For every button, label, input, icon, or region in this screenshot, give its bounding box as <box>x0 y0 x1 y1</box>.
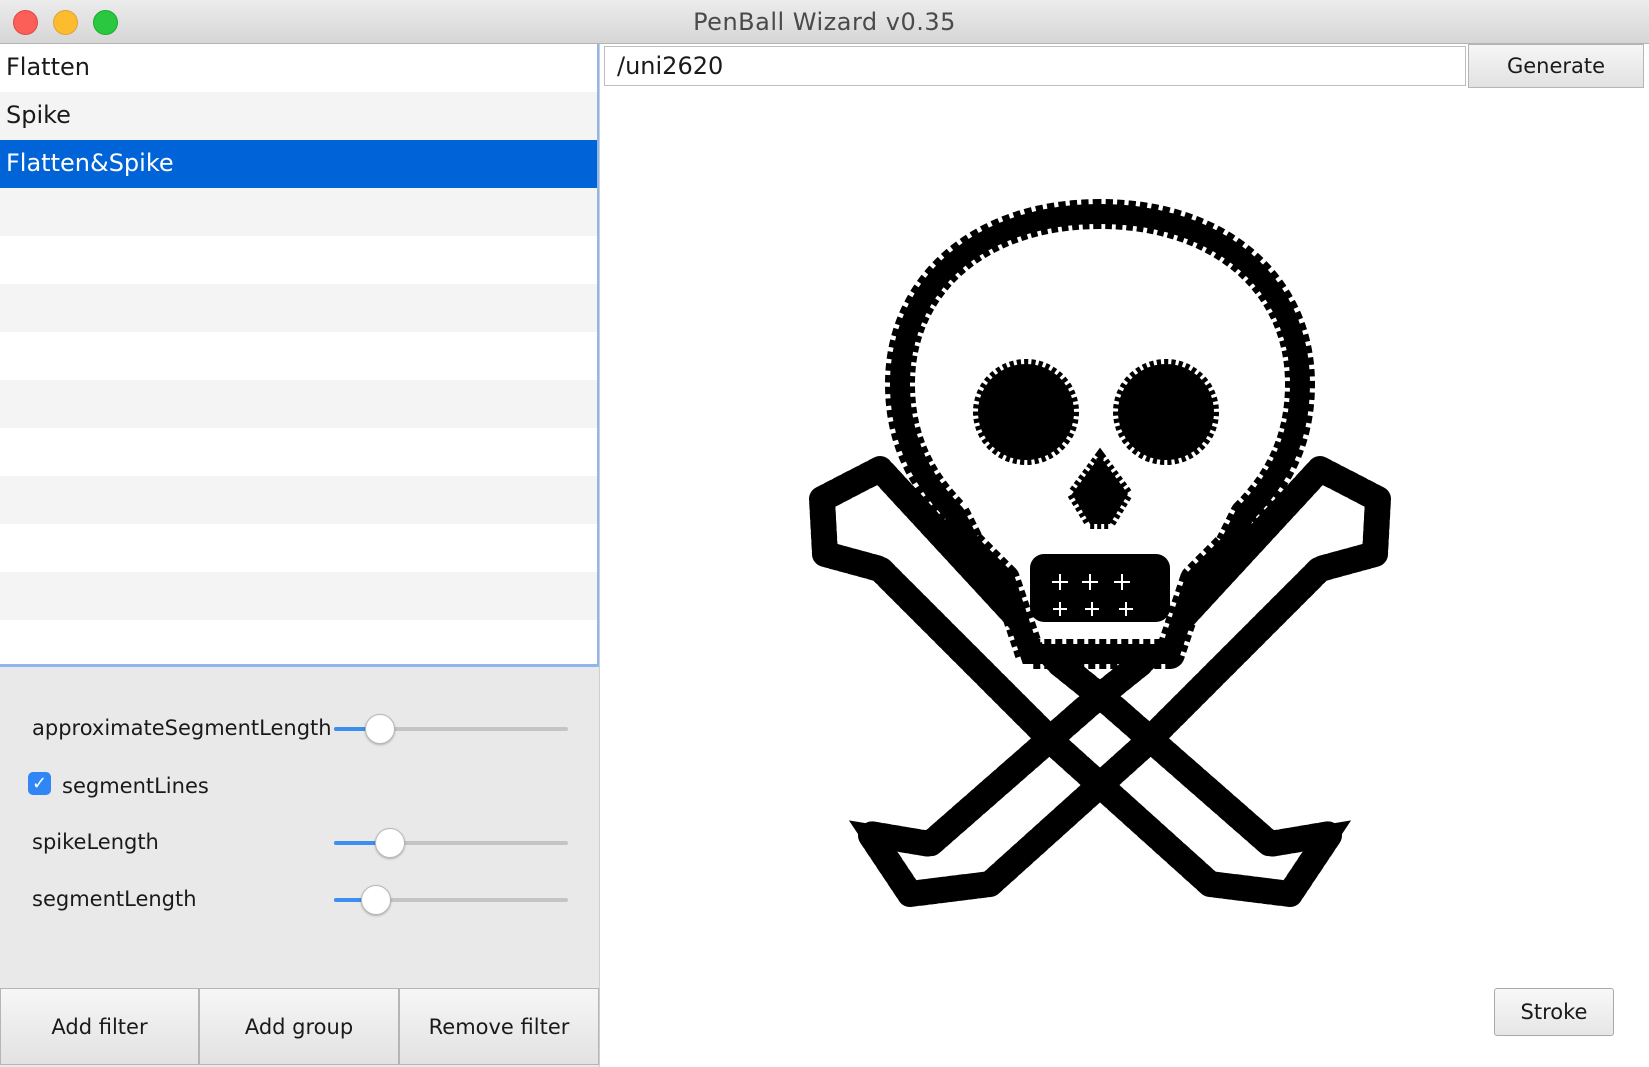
filter-empty-row[interactable] <box>0 476 597 524</box>
add-filter-button[interactable]: Add filter <box>0 988 199 1065</box>
filter-empty-row[interactable] <box>0 428 597 476</box>
stroke-button[interactable]: Stroke <box>1494 988 1614 1036</box>
approximate-segment-length-label: approximateSegmentLength <box>32 716 332 740</box>
app-window: PenBall Wizard v0.35 Flatten Spike Flatt… <box>0 0 1649 1067</box>
left-eye <box>973 359 1079 465</box>
filter-empty-row[interactable] <box>0 284 597 332</box>
filter-panel: Flatten Spike Flatten&Spike approximateS… <box>0 44 600 1067</box>
window-title: PenBall Wizard v0.35 <box>693 8 956 36</box>
slider-knob[interactable] <box>364 714 395 744</box>
glyph-name-input[interactable]: /uni2620 <box>604 46 1466 86</box>
preview-panel: /uni2620 Generate Stroke <box>599 44 1649 1067</box>
segment-lines-checkbox[interactable]: ✓ <box>28 772 51 795</box>
skull-and-crossbones-glyph <box>809 199 1391 907</box>
checkmark-icon: ✓ <box>31 773 48 794</box>
filter-parameters: approximateSegmentLength ✓ segmentLines … <box>0 674 599 974</box>
filter-empty-row[interactable] <box>0 620 597 664</box>
segment-length-label: segmentLength <box>32 887 197 911</box>
filter-empty-row[interactable] <box>0 524 597 572</box>
filter-button-bar: Add filter Add group Remove filter <box>0 988 599 1067</box>
segment-length-slider[interactable] <box>334 885 568 915</box>
approximate-segment-length-slider[interactable] <box>334 714 568 744</box>
add-group-button[interactable]: Add group <box>199 988 399 1065</box>
title-bar[interactable]: PenBall Wizard v0.35 <box>0 0 1649 44</box>
filter-empty-row[interactable] <box>0 572 597 620</box>
segment-lines-label: segmentLines <box>62 774 209 798</box>
filter-empty-row[interactable] <box>0 236 597 284</box>
filter-empty-row[interactable] <box>0 380 597 428</box>
generate-button[interactable]: Generate <box>1468 44 1644 88</box>
slider-knob[interactable] <box>374 828 405 858</box>
slider-knob[interactable] <box>360 885 391 915</box>
filter-empty-row[interactable] <box>0 188 597 236</box>
remove-filter-button[interactable]: Remove filter <box>399 988 599 1065</box>
right-eye <box>1113 359 1219 465</box>
filter-item-flatten[interactable]: Flatten <box>0 44 597 92</box>
filter-empty-row[interactable] <box>0 332 597 380</box>
spike-length-slider[interactable] <box>334 828 568 858</box>
spike-length-label: spikeLength <box>32 830 159 854</box>
filter-item-flatten-spike[interactable]: Flatten&Spike <box>0 140 597 188</box>
filter-list[interactable]: Flatten Spike Flatten&Spike <box>0 44 600 667</box>
filter-item-spike[interactable]: Spike <box>0 92 597 140</box>
teeth <box>1030 554 1170 622</box>
